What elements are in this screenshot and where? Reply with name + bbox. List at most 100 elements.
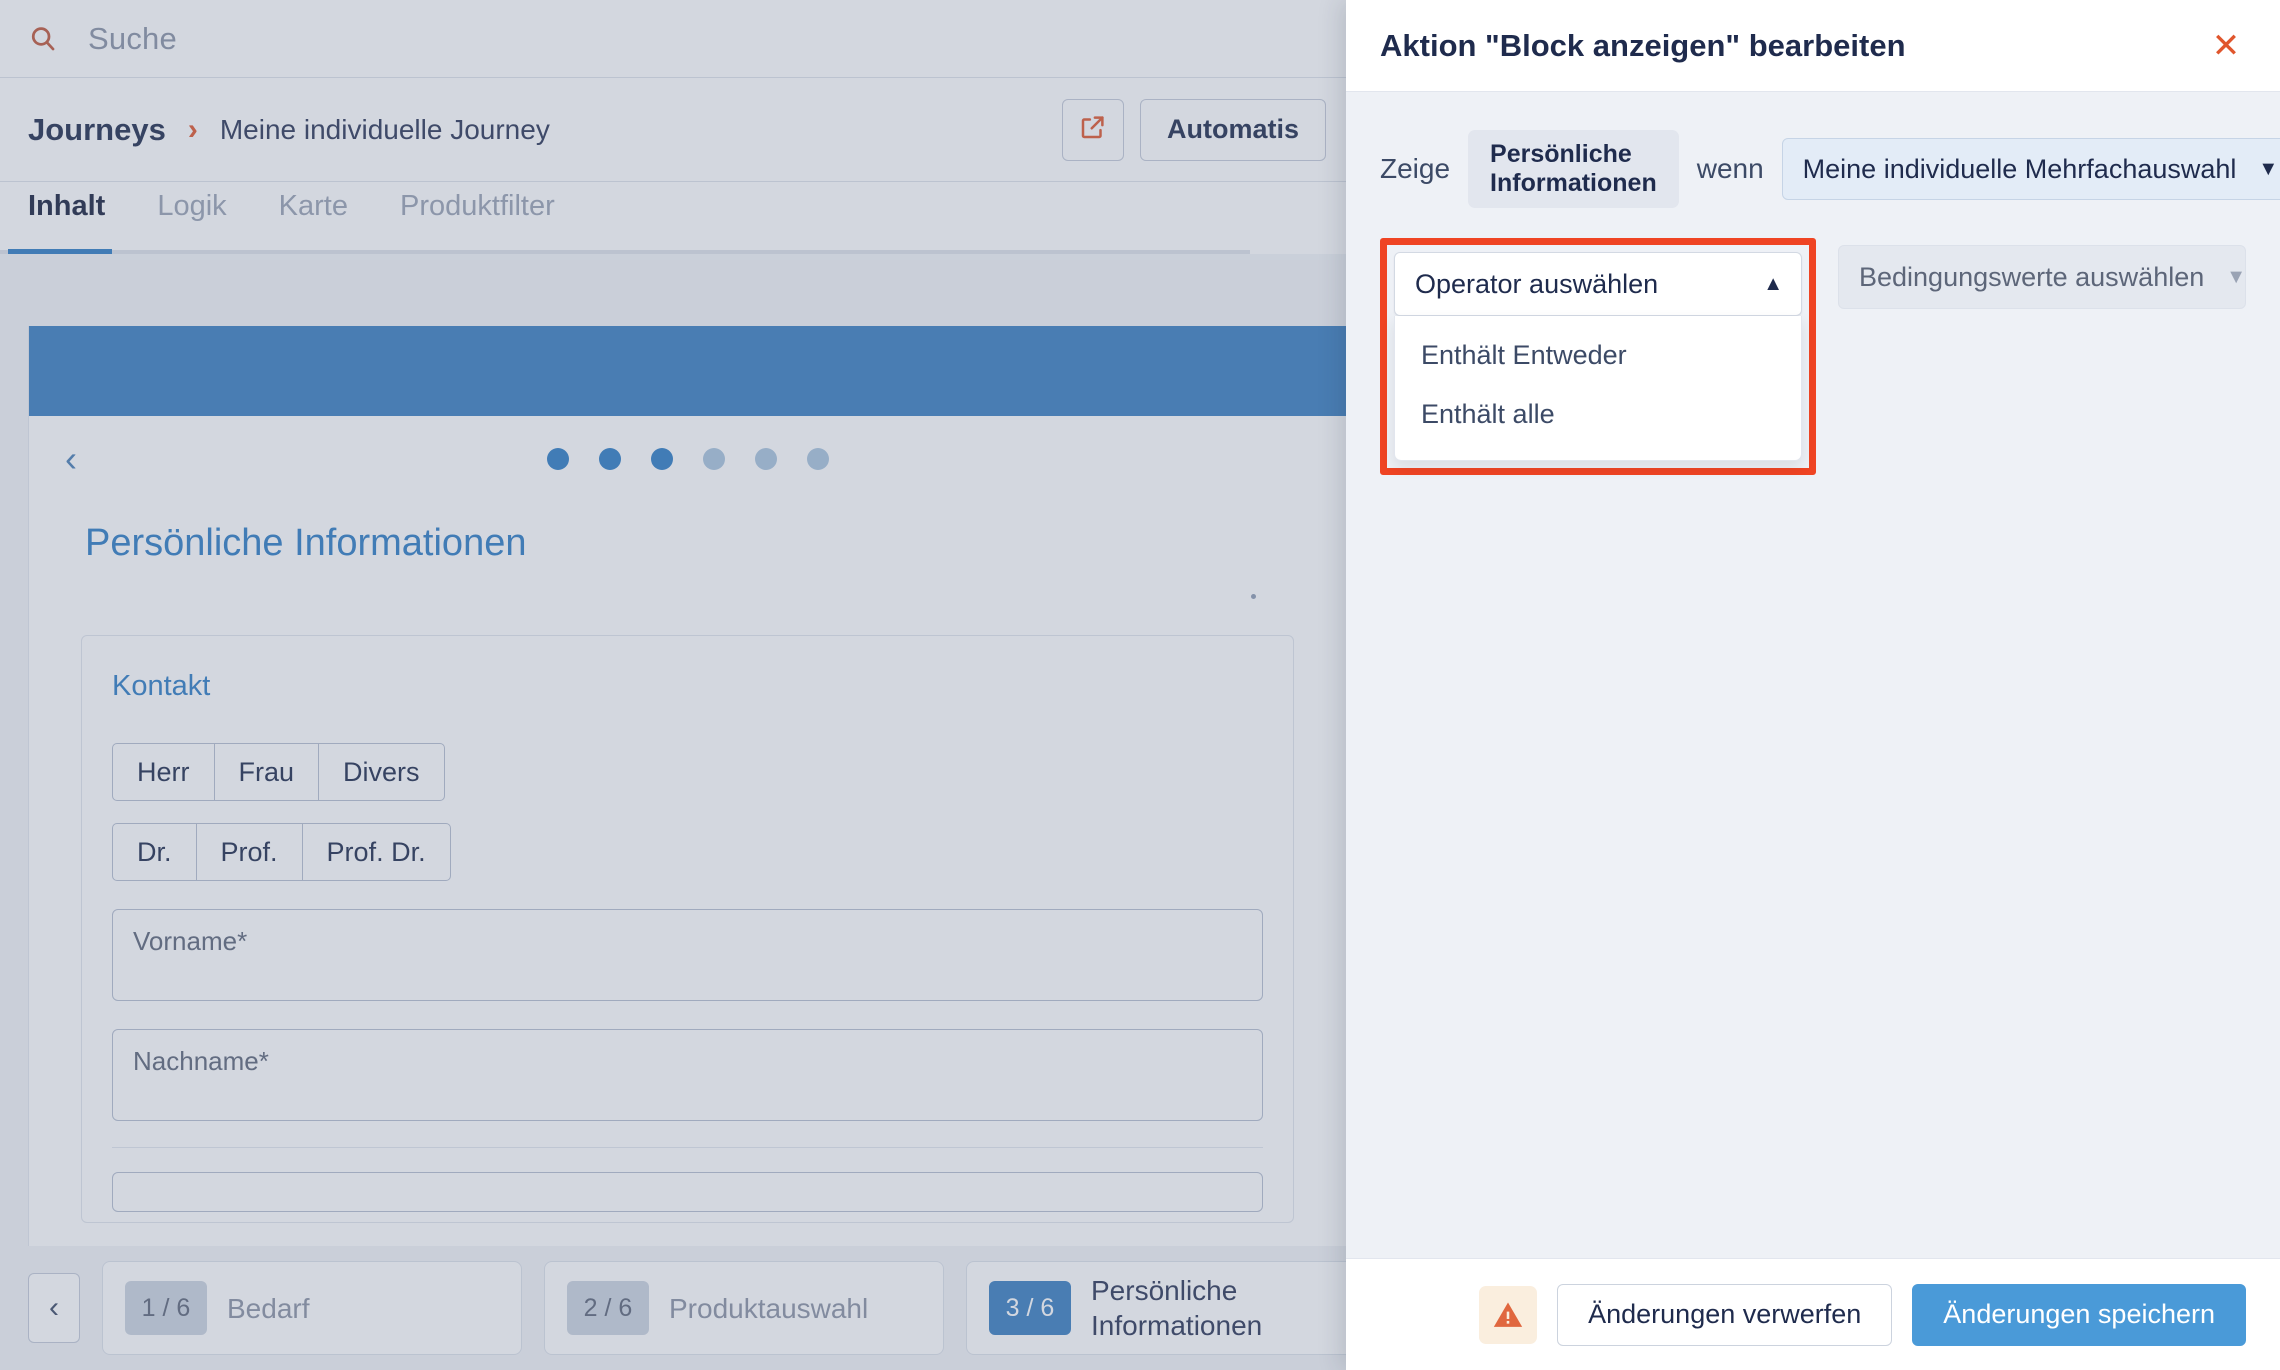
card-divider <box>112 1147 1263 1148</box>
operator-option-enthaelt-alle[interactable]: Enthält alle <box>1395 385 1801 444</box>
preview-step-dots <box>546 448 829 470</box>
condition-show-word: Zeige <box>1380 153 1451 184</box>
tab-produktfilter[interactable]: Produktfilter <box>400 190 555 237</box>
chevron-down-icon: ▼ <box>2258 157 2279 180</box>
step-label: Produktauswahl <box>669 1292 869 1324</box>
tab-label: Karte <box>278 190 348 222</box>
operator-dropdown-menu: Enthält Entweder Enthält alle <box>1394 316 1802 461</box>
breadcrumb-actions: Automatis <box>1061 98 1346 161</box>
operator-highlight-box: Operator auswählen ▲ Enthält Entweder En… <box>1380 238 1816 475</box>
app-root: Suche Journeys › Meine individuelle Jour… <box>0 0 2280 1370</box>
segment-label: Prof. Dr. <box>326 836 426 867</box>
vorname-field[interactable]: Vorname* <box>112 909 1263 1001</box>
step-label: Persönliche Informationen <box>1091 1275 1263 1341</box>
step-navigation: ‹ 1 / 6 Bedarf 2 / 6 Produktauswahl 3 / … <box>0 1246 1346 1370</box>
preview-back-icon[interactable]: ‹ <box>65 441 77 477</box>
tab-label: Inhalt <box>28 190 106 222</box>
tab-inhalt[interactable]: Inhalt <box>28 190 105 237</box>
edit-action-drawer: Aktion "Block anzeigen" bearbeiten ✕ Zei… <box>1346 0 2280 1370</box>
condition-target-chip: Persönliche Informationen <box>1468 130 1679 208</box>
condition-when-word: wenn <box>1696 153 1764 184</box>
drawer-body: Zeige Persönliche Informationen wenn Mei… <box>1346 92 2280 1258</box>
close-icon[interactable]: ✕ <box>2206 26 2246 66</box>
tab-logik[interactable]: Logik <box>157 190 226 237</box>
open-external-button[interactable] <box>1061 98 1124 161</box>
search-bar[interactable]: Suche <box>0 0 1346 78</box>
title-option-prof-dr[interactable]: Prof. Dr. <box>301 823 451 881</box>
chevron-up-icon: ▲ <box>1763 272 1783 295</box>
step-label: Bedarf <box>227 1292 310 1324</box>
condition-source-select[interactable]: Meine individuelle Mehrfachauswahl ▼ <box>1781 138 2280 200</box>
condition-values-select[interactable]: Bedingungswerte auswählen ▼ <box>1838 245 2246 309</box>
condition-row: Zeige Persönliche Informationen wenn Mei… <box>1380 130 2280 208</box>
operator-option-enthaelt-entweder[interactable]: Enthält Entweder <box>1395 326 1801 385</box>
search-input[interactable]: Suche <box>88 21 177 57</box>
external-link-icon <box>1078 112 1108 147</box>
preview-canvas: ‹ Persönliche Informationen Kontakt Herr… <box>0 260 1346 1370</box>
chevron-right-icon: › <box>187 112 198 146</box>
step-item-produktauswahl[interactable]: 2 / 6 Produktauswahl <box>544 1261 944 1355</box>
title-option-prof[interactable]: Prof. <box>195 823 303 881</box>
preview-nav: ‹ <box>29 416 1346 502</box>
salutation-option-frau[interactable]: Frau <box>213 743 320 801</box>
breadcrumb: Journeys › Meine individuelle Journey Au… <box>0 78 1346 182</box>
condition-controls-row: Operator auswählen ▲ Enthält Entweder En… <box>1380 238 2246 475</box>
breadcrumb-root[interactable]: Journeys <box>28 112 166 148</box>
automation-button[interactable]: Automatis <box>1139 98 1326 161</box>
breadcrumb-leaf[interactable]: Meine individuelle Journey <box>220 114 550 146</box>
tab-underline-track <box>0 250 1250 254</box>
step-item-persoenliche-informationen[interactable]: 3 / 6 Persönliche Informationen <box>966 1261 1346 1355</box>
chevron-down-icon: ▼ <box>2226 265 2247 288</box>
salutation-option-divers[interactable]: Divers <box>318 743 445 801</box>
drawer-header: Aktion "Block anzeigen" bearbeiten ✕ <box>1346 0 2280 92</box>
dropdown-item-label: Enthält Entweder <box>1421 340 1627 370</box>
segment-label: Herr <box>137 756 190 787</box>
salutation-segmented-control: Herr Frau Divers <box>112 743 1263 801</box>
operator-select[interactable]: Operator auswählen ▲ <box>1394 252 1802 316</box>
title-option-dr[interactable]: Dr. <box>112 823 197 881</box>
segment-label: Frau <box>238 756 295 787</box>
preview-marker-dot <box>1251 594 1256 599</box>
save-changes-label: Änderungen speichern <box>1943 1299 2215 1329</box>
operator-select-value: Operator auswählen <box>1415 268 1659 299</box>
preview-page-title: Persönliche Informationen <box>85 522 527 564</box>
background-app: Suche Journeys › Meine individuelle Jour… <box>0 0 1346 1370</box>
step-dot[interactable] <box>702 448 725 470</box>
automation-button-label: Automatis <box>1166 114 1299 144</box>
preview-hero-banner <box>29 326 1346 416</box>
step-prev-button[interactable]: ‹ <box>28 1273 80 1343</box>
save-changes-button[interactable]: Änderungen speichern <box>1912 1283 2246 1346</box>
search-icon <box>28 24 58 54</box>
step-dot[interactable] <box>754 448 777 470</box>
step-badge: 2 / 6 <box>567 1281 649 1335</box>
step-badge: 3 / 6 <box>989 1281 1071 1335</box>
condition-source-value: Meine individuelle Mehrfachauswahl <box>1802 153 2237 184</box>
next-field-partial[interactable] <box>112 1172 1263 1212</box>
content-tabs: Inhalt Logik Karte Produktfilter <box>0 182 1346 254</box>
tab-label: Produktfilter <box>400 190 555 222</box>
dropdown-item-label: Enthält alle <box>1421 399 1555 429</box>
drawer-footer: Änderungen verwerfen Änderungen speicher… <box>1346 1258 2280 1370</box>
tab-karte[interactable]: Karte <box>279 190 348 237</box>
tab-label: Logik <box>157 190 227 222</box>
drawer-title: Aktion "Block anzeigen" bearbeiten <box>1380 27 1906 63</box>
step-dot[interactable] <box>806 448 829 470</box>
chevron-left-icon: ‹ <box>49 1291 59 1324</box>
segment-label: Divers <box>343 756 420 787</box>
discard-changes-button[interactable]: Änderungen verwerfen <box>1557 1283 1893 1346</box>
vorname-label: Vorname <box>133 926 238 956</box>
step-badge: 1 / 6 <box>125 1281 207 1335</box>
title-segmented-control: Dr. Prof. Prof. Dr. <box>112 823 1263 881</box>
step-item-bedarf[interactable]: 1 / 6 Bedarf <box>102 1261 522 1355</box>
step-dot[interactable] <box>598 448 621 470</box>
segment-label: Prof. <box>220 836 278 867</box>
salutation-option-herr[interactable]: Herr <box>112 743 215 801</box>
warning-triangle-icon <box>1479 1285 1538 1344</box>
nachname-label: Nachname <box>133 1046 259 1076</box>
kontakt-card: Kontakt Herr Frau Divers Dr. Prof. Prof.… <box>81 635 1294 1223</box>
nachname-field[interactable]: Nachname* <box>112 1029 1263 1121</box>
kontakt-card-title: Kontakt <box>112 670 211 702</box>
step-dot[interactable] <box>546 448 569 470</box>
form-preview: ‹ Persönliche Informationen Kontakt Herr… <box>28 326 1346 1246</box>
step-dot[interactable] <box>650 448 673 470</box>
